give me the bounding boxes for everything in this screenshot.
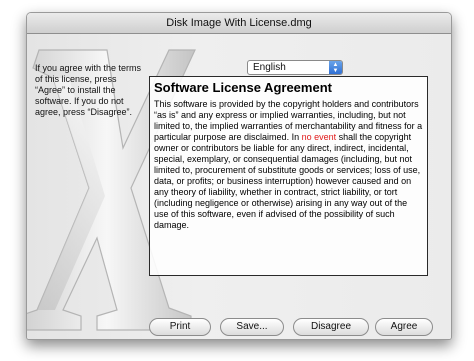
popup-arrows-icon: ▲ ▼: [329, 61, 342, 74]
license-body-part-2: shall the copyright owner or contributor…: [154, 132, 421, 230]
save-button[interactable]: Save...: [220, 318, 284, 336]
print-button[interactable]: Print: [149, 318, 211, 336]
dialog-content: If you agree with the terms of this lice…: [27, 34, 451, 339]
license-instructions: If you agree with the terms of this lice…: [35, 63, 142, 117]
license-body: This software is provided by the copyrig…: [154, 99, 423, 231]
window-title: Disk Image With License.dmg: [27, 13, 451, 34]
license-heading: Software License Agreement: [154, 80, 332, 95]
license-text-area[interactable]: Software License Agreement This software…: [149, 76, 428, 276]
license-dialog-window: Disk Image With License.dmg If you agree…: [26, 12, 452, 340]
language-select-value: English: [253, 62, 286, 73]
license-body-highlight: no event: [301, 132, 337, 142]
language-select[interactable]: English ▲ ▼: [247, 60, 343, 75]
agree-button[interactable]: Agree: [375, 318, 433, 336]
disagree-button[interactable]: Disagree: [293, 318, 369, 336]
